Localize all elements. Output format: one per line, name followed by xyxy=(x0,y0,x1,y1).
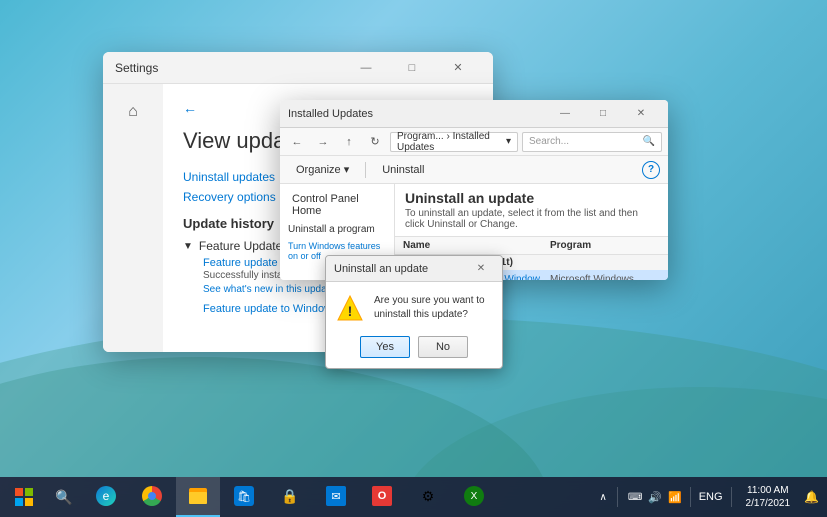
taskbar-search-button[interactable]: 🔍 xyxy=(48,477,80,517)
confirm-dialog: Uninstall an update ✕ ! Are you sure you… xyxy=(325,255,503,369)
address-path: Program... › Installed Updates xyxy=(397,131,504,153)
taskbar-app-explorer[interactable] xyxy=(176,477,220,517)
update-21h1-link[interactable]: See what's new in this update xyxy=(203,284,335,295)
dialog-message: Are you sure you want to uninstall this … xyxy=(374,294,492,322)
chrome-icon xyxy=(142,486,162,506)
speaker-icon[interactable]: 🔊 xyxy=(648,491,662,504)
taskbar-app-edge[interactable]: e xyxy=(84,477,128,517)
office-icon: O xyxy=(372,486,392,506)
row-program: Microsoft Windows xyxy=(550,274,660,281)
keyboard-icon[interactable]: ⌨ xyxy=(628,492,642,503)
chevron-down-icon: ▼ xyxy=(183,241,193,252)
table-header: Name Program xyxy=(395,237,668,255)
explorer-icon xyxy=(188,486,208,506)
mail-icon: ✉ xyxy=(326,486,346,506)
explorer-search-box[interactable]: Search... 🔍 xyxy=(522,132,662,152)
svg-text:!: ! xyxy=(348,303,353,319)
taskbar-app-security[interactable]: 🔒 xyxy=(268,477,312,517)
taskbar-app-office[interactable]: O xyxy=(360,477,404,517)
explorer-back-btn[interactable]: ← xyxy=(286,131,308,153)
taskbar-right: ∧ ⌨ 🔊 📶 ENG 11:00 AM 2/17/2021 🔔 xyxy=(600,484,827,510)
windows-logo-icon xyxy=(15,488,33,506)
explorer-refresh-btn[interactable]: ↻ xyxy=(364,131,386,153)
warning-icon: ! xyxy=(336,294,364,322)
dialog-body: ! Are you sure you want to uninstall thi… xyxy=(326,282,502,330)
network-icon[interactable]: 📶 xyxy=(668,491,682,504)
settings-back-button[interactable]: ← xyxy=(183,100,197,116)
taskbar-system-icons: ∧ ⌨ 🔊 📶 xyxy=(600,487,682,507)
desktop: Settings — □ ✕ ⌂ ← View update history U… xyxy=(0,0,827,517)
col-name-header: Name xyxy=(403,240,550,251)
taskbar-app-chrome[interactable] xyxy=(130,477,174,517)
installed-updates-minimize[interactable]: — xyxy=(546,100,584,128)
taskbar-clock[interactable]: 11:00 AM 2/17/2021 xyxy=(740,484,797,510)
installed-updates-titlebar: Installed Updates — □ ✕ xyxy=(280,100,668,128)
installed-updates-window-title: Installed Updates xyxy=(288,108,546,120)
taskbar-time-value: 11:00 AM xyxy=(746,484,791,497)
settings-home-icon[interactable]: ⌂ xyxy=(103,92,163,132)
taskbar-app-xbox[interactable]: X xyxy=(452,477,496,517)
settings-close-button[interactable]: ✕ xyxy=(435,52,481,84)
taskbar-apps: e 🛍 🔒 ✉ O xyxy=(80,477,600,517)
store-icon: 🛍 xyxy=(234,486,254,506)
installed-updates-close[interactable]: ✕ xyxy=(622,100,660,128)
search-icon: 🔍 xyxy=(643,136,655,147)
dialog-titlebar: Uninstall an update ✕ xyxy=(326,256,502,282)
installed-updates-maximize[interactable]: □ xyxy=(584,100,622,128)
taskbar: 🔍 e 🛍 🔒 ✉ xyxy=(0,477,827,517)
taskbar-divider-2 xyxy=(690,487,691,507)
uninstall-program-link: Uninstall a program xyxy=(280,220,394,239)
search-placeholder: Search... xyxy=(529,136,569,147)
uninstall-button[interactable]: Uninstall xyxy=(374,161,432,179)
settings-window-controls: — □ ✕ xyxy=(343,52,481,84)
control-panel-home-link[interactable]: Control Panel Home xyxy=(280,190,394,220)
col-program-header: Program xyxy=(550,240,660,251)
content-header: Uninstall an update To uninstall an upda… xyxy=(395,184,668,237)
uninstall-prog-label[interactable]: Uninstall a program xyxy=(288,224,375,235)
dialog-yes-button[interactable]: Yes xyxy=(360,336,410,358)
dialog-warning-icon-container: ! xyxy=(336,294,364,322)
ribbon-separator xyxy=(365,162,366,178)
xbox-icon: X xyxy=(464,486,484,506)
settings-maximize-button[interactable]: □ xyxy=(389,52,435,84)
notification-icon[interactable]: 🔔 xyxy=(800,490,819,504)
settings-titlebar: Settings — □ ✕ xyxy=(103,52,493,84)
settings-window-title: Settings xyxy=(115,61,343,75)
dialog-close-button[interactable]: ✕ xyxy=(468,256,494,282)
dialog-no-button[interactable]: No xyxy=(418,336,468,358)
language-indicator[interactable]: ENG xyxy=(699,491,723,503)
taskbar-divider-3 xyxy=(731,487,732,507)
content-title: Uninstall an update xyxy=(405,190,658,206)
taskbar-app-settings[interactable]: ⚙ xyxy=(406,477,450,517)
settings-sidebar: ⌂ xyxy=(103,84,163,352)
edge-icon: e xyxy=(96,486,116,506)
dialog-title: Uninstall an update xyxy=(334,263,468,275)
taskbar-divider xyxy=(617,487,618,507)
help-button[interactable]: ? xyxy=(642,161,660,179)
dialog-buttons: Yes No xyxy=(326,330,502,368)
content-subtitle: To uninstall an update, select it from t… xyxy=(405,208,658,230)
chevron-up-icon[interactable]: ∧ xyxy=(600,492,607,503)
taskbar-date-value: 2/17/2021 xyxy=(746,497,791,510)
settings-minimize-button[interactable]: — xyxy=(343,52,389,84)
taskbar-app-mail[interactable]: ✉ xyxy=(314,477,358,517)
settings-icon: ⚙ xyxy=(418,486,438,506)
taskbar-app-store[interactable]: 🛍 xyxy=(222,477,266,517)
explorer-address-bar[interactable]: Program... › Installed Updates ▾ xyxy=(390,132,518,152)
address-chevron: ▾ xyxy=(506,136,511,147)
explorer-toolbar: ← → ↑ ↻ Program... › Installed Updates ▾… xyxy=(280,128,668,156)
explorer-ribbon: Organize ▾ Uninstall ? xyxy=(280,156,668,184)
start-button[interactable] xyxy=(0,477,48,517)
explorer-forward-btn[interactable]: → xyxy=(312,131,334,153)
installed-updates-window: Installed Updates — □ ✕ ← → ↑ ↻ Program.… xyxy=(280,100,668,280)
security-icon: 🔒 xyxy=(280,486,300,506)
explorer-up-btn[interactable]: ↑ xyxy=(338,131,360,153)
organize-button[interactable]: Organize ▾ xyxy=(288,160,357,179)
